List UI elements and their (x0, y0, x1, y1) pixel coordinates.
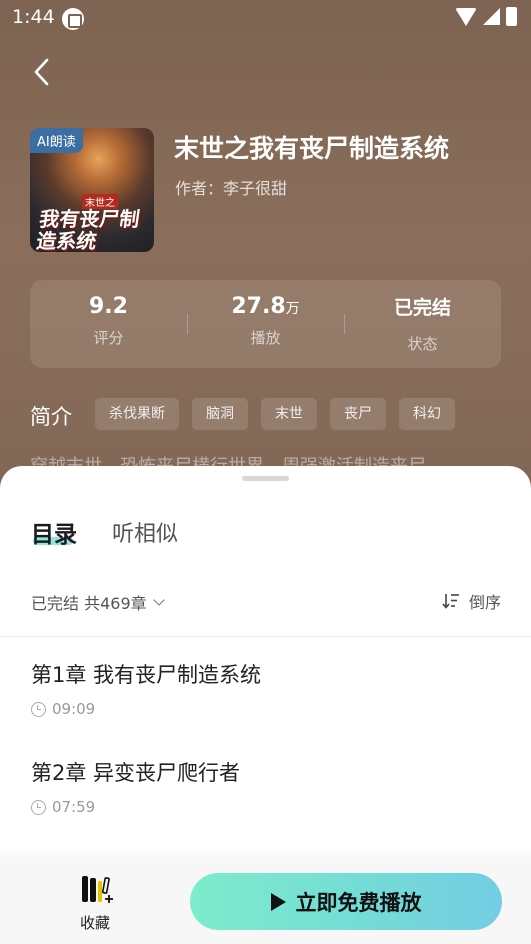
sort-label: 倒序 (468, 593, 501, 612)
app-notification-icon (62, 8, 84, 30)
stat-rating: 9.2 评分 (30, 294, 187, 348)
duration-text: 07:59 (52, 798, 96, 816)
tag-list: 杀伐果断 脑洞 末世 丧尸 科幻 (95, 398, 455, 430)
chapter-count-label: 已完结 共469章 (31, 594, 147, 613)
book-cover[interactable]: AI朗读 末世之 我有丧尸制造系统 (30, 128, 154, 252)
bookshelf-icon (82, 876, 113, 903)
chevron-down-icon (152, 593, 165, 606)
stat-label: 评分 (93, 329, 124, 347)
chapter-duration: 09:09 (31, 700, 261, 718)
synopsis-heading: 简介 (30, 405, 72, 429)
cover-title: 我有丧尸制造系统 (34, 207, 153, 252)
tab-similar[interactable]: 听相似 (112, 516, 178, 548)
chapter-duration: 07:59 (31, 798, 240, 816)
stat-value: 27.8万 (231, 294, 300, 319)
signal-icon (483, 8, 500, 25)
clock-icon (31, 799, 46, 815)
book-author[interactable]: 作者：李子很甜 (175, 175, 287, 199)
tag[interactable]: 科幻 (399, 398, 455, 430)
drag-handle[interactable] (242, 476, 289, 481)
stat-label: 状态 (407, 335, 438, 353)
tag[interactable]: 脑洞 (192, 398, 248, 430)
status-icons (455, 7, 517, 26)
favorite-label: 收藏 (79, 914, 110, 932)
play-icon (270, 892, 286, 911)
stat-status: 已完结 状态 (344, 294, 501, 354)
sort-button[interactable]: 倒序 (442, 589, 501, 613)
stat-value: 已完结 (393, 297, 451, 319)
status-bar: 1:44 (0, 0, 531, 36)
ai-read-badge: AI朗读 (30, 128, 83, 153)
sort-icon (442, 594, 459, 609)
chapter-title: 第2章 异变丧尸爬行者 (31, 761, 241, 785)
clock-icon (31, 701, 46, 717)
tag[interactable]: 末世 (261, 398, 317, 430)
chapter-item[interactable]: 第2章 异变丧尸爬行者 07:59 (31, 757, 240, 816)
stats-card: 9.2 评分 27.8万 播放 已完结 状态 (30, 280, 501, 368)
back-icon (34, 58, 49, 86)
back-button[interactable] (28, 56, 56, 88)
stat-plays: 27.8万 播放 (187, 294, 344, 348)
chapter-title: 第1章 我有丧尸制造系统 (31, 663, 262, 687)
cover-title-text: 我有丧尸制造系统 (34, 207, 142, 252)
divider (0, 636, 531, 637)
stat-label: 播放 (250, 329, 281, 347)
tab-catalog[interactable]: 目录 (31, 515, 77, 549)
stat-value: 9.2 (89, 294, 128, 319)
wifi-icon (455, 7, 477, 26)
battery-icon (506, 7, 517, 26)
play-free-button[interactable]: 立即免费播放 (190, 873, 502, 930)
chapter-item[interactable]: 第1章 我有丧尸制造系统 09:09 (31, 659, 261, 718)
favorite-button[interactable]: 收藏 (70, 872, 120, 933)
tag[interactable]: 杀伐果断 (95, 398, 179, 430)
duration-text: 09:09 (52, 700, 96, 718)
chapter-count-dropdown[interactable]: 已完结 共469章 (31, 590, 165, 614)
book-title: 末世之我有丧尸制造系统 (174, 134, 450, 163)
tag[interactable]: 丧尸 (330, 398, 386, 430)
play-label: 立即免费播放 (295, 890, 422, 915)
status-time: 1:44 (12, 6, 55, 28)
